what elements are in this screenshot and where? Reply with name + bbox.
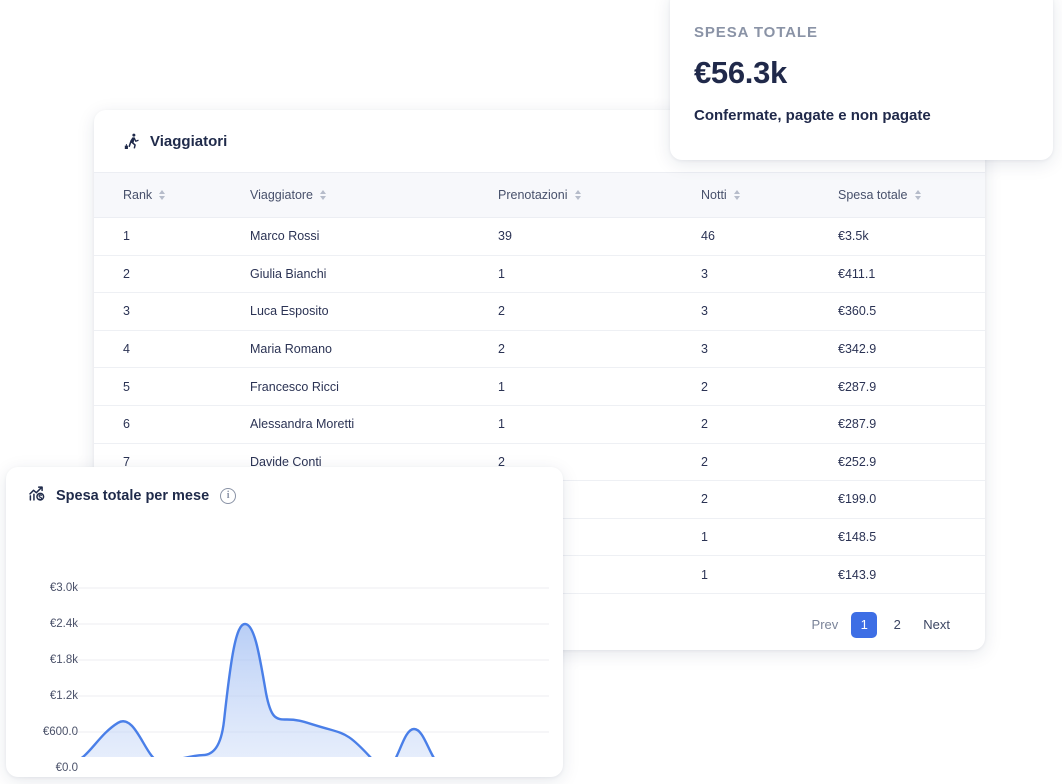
- cell-spend: €148.5: [838, 518, 985, 556]
- cell-rank: 4: [94, 330, 250, 368]
- cell-nights: 1: [701, 556, 838, 594]
- kpi-label: SPESA TOTALE: [694, 24, 1053, 41]
- cell-spend: €287.9: [838, 405, 985, 443]
- pagination-next-button[interactable]: Next: [917, 612, 956, 638]
- y-axis-tick: €3.0k: [12, 582, 78, 594]
- chart-title: Spesa totale per mese: [56, 488, 209, 504]
- cell-bookings: 1: [498, 368, 701, 406]
- cell-rank: 3: [94, 293, 250, 331]
- chart-card-header: Spesa totale per mese i: [6, 467, 563, 507]
- column-header-bookings[interactable]: Prenotazioni: [498, 173, 701, 218]
- pagination-page-2[interactable]: 2: [884, 612, 910, 638]
- cell-nights: 3: [701, 330, 838, 368]
- cell-nights: 3: [701, 293, 838, 331]
- cell-spend: €3.5k: [838, 218, 985, 256]
- cell-nights: 46: [701, 218, 838, 256]
- cell-traveler: Francesco Ricci: [250, 368, 498, 406]
- table-title: Viaggiatori: [123, 132, 227, 150]
- cell-rank: 2: [94, 255, 250, 293]
- cell-nights: 2: [701, 368, 838, 406]
- cell-rank: 6: [94, 405, 250, 443]
- cell-spend: €411.1: [838, 255, 985, 293]
- y-axis-tick: €1.2k: [12, 690, 78, 702]
- y-axis-tick: €1.8k: [12, 654, 78, 666]
- kpi-subtitle: Confermate, pagate e non pagate: [694, 107, 1053, 124]
- column-label-rank: Rank: [123, 188, 152, 202]
- column-header-spend[interactable]: Spesa totale: [838, 173, 985, 218]
- cell-spend: €199.0: [838, 481, 985, 519]
- sort-icon-spend[interactable]: [915, 189, 922, 201]
- column-header-rank[interactable]: Rank: [94, 173, 250, 218]
- cell-nights: 2: [701, 443, 838, 481]
- column-label-traveler: Viaggiatore: [250, 188, 313, 202]
- sort-icon-bookings[interactable]: [575, 189, 582, 201]
- cell-traveler: Alessandra Moretti: [250, 405, 498, 443]
- cell-bookings: 1: [498, 405, 701, 443]
- monthly-spend-chart-card: Spesa totale per mese i: [6, 467, 563, 777]
- y-axis-tick: €2.4k: [12, 618, 78, 630]
- table-row[interactable]: 2 Giulia Bianchi 1 3 €411.1: [94, 255, 985, 293]
- table-row[interactable]: 1 Marco Rossi 39 46 €3.5k: [94, 218, 985, 256]
- y-axis-tick: €600.0: [12, 726, 78, 738]
- cell-spend: €342.9: [838, 330, 985, 368]
- chart-money-trend-icon: [28, 484, 47, 507]
- cell-traveler: Marco Rossi: [250, 218, 498, 256]
- cell-bookings: 2: [498, 330, 701, 368]
- column-header-traveler[interactable]: Viaggiatore: [250, 173, 498, 218]
- column-label-bookings: Prenotazioni: [498, 188, 568, 202]
- kpi-value: €56.3k: [694, 55, 1053, 91]
- cell-spend: €360.5: [838, 293, 985, 331]
- table-row[interactable]: 5 Francesco Ricci 1 2 €287.9: [94, 368, 985, 406]
- cell-spend: €287.9: [838, 368, 985, 406]
- chart-svg: [6, 507, 563, 757]
- table-row[interactable]: 4 Maria Romano 2 3 €342.9: [94, 330, 985, 368]
- cell-nights: 3: [701, 255, 838, 293]
- table-title-label: Viaggiatori: [150, 133, 227, 150]
- table-head: Rank Viaggiatore Prenotazioni: [94, 173, 985, 218]
- cell-bookings: 39: [498, 218, 701, 256]
- cell-nights: 2: [701, 481, 838, 519]
- cell-traveler: Luca Esposito: [250, 293, 498, 331]
- pagination-prev-button[interactable]: Prev: [806, 612, 845, 638]
- traveler-walking-icon: [123, 132, 141, 150]
- y-axis-tick: €0.0: [12, 762, 78, 774]
- sort-icon-traveler[interactable]: [320, 189, 327, 201]
- info-icon[interactable]: i: [220, 488, 236, 504]
- cell-spend: €143.9: [838, 556, 985, 594]
- cell-nights: 2: [701, 405, 838, 443]
- cell-rank: 1: [94, 218, 250, 256]
- chart-plot-area: €3.0k €2.4k €1.8k €1.2k €600.0 €0.0 Jan …: [6, 507, 563, 757]
- table-row[interactable]: 3 Luca Esposito 2 3 €360.5: [94, 293, 985, 331]
- column-label-nights: Notti: [701, 188, 727, 202]
- table-row[interactable]: 6 Alessandra Moretti 1 2 €287.9: [94, 405, 985, 443]
- column-label-spend: Spesa totale: [838, 188, 908, 202]
- cell-nights: 1: [701, 518, 838, 556]
- cell-rank: 5: [94, 368, 250, 406]
- sort-icon-nights[interactable]: [734, 189, 741, 201]
- cell-bookings: 1: [498, 255, 701, 293]
- column-header-nights[interactable]: Notti: [701, 173, 838, 218]
- cell-spend: €252.9: [838, 443, 985, 481]
- cell-traveler: Giulia Bianchi: [250, 255, 498, 293]
- pagination-page-1[interactable]: 1: [851, 612, 877, 638]
- cell-bookings: 2: [498, 293, 701, 331]
- chart-area-fill: [74, 624, 549, 757]
- cell-traveler: Maria Romano: [250, 330, 498, 368]
- table-header-row: Rank Viaggiatore Prenotazioni: [94, 173, 985, 218]
- total-spend-kpi-card: SPESA TOTALE €56.3k Confermate, pagate e…: [670, 0, 1053, 160]
- sort-icon-rank[interactable]: [159, 189, 166, 201]
